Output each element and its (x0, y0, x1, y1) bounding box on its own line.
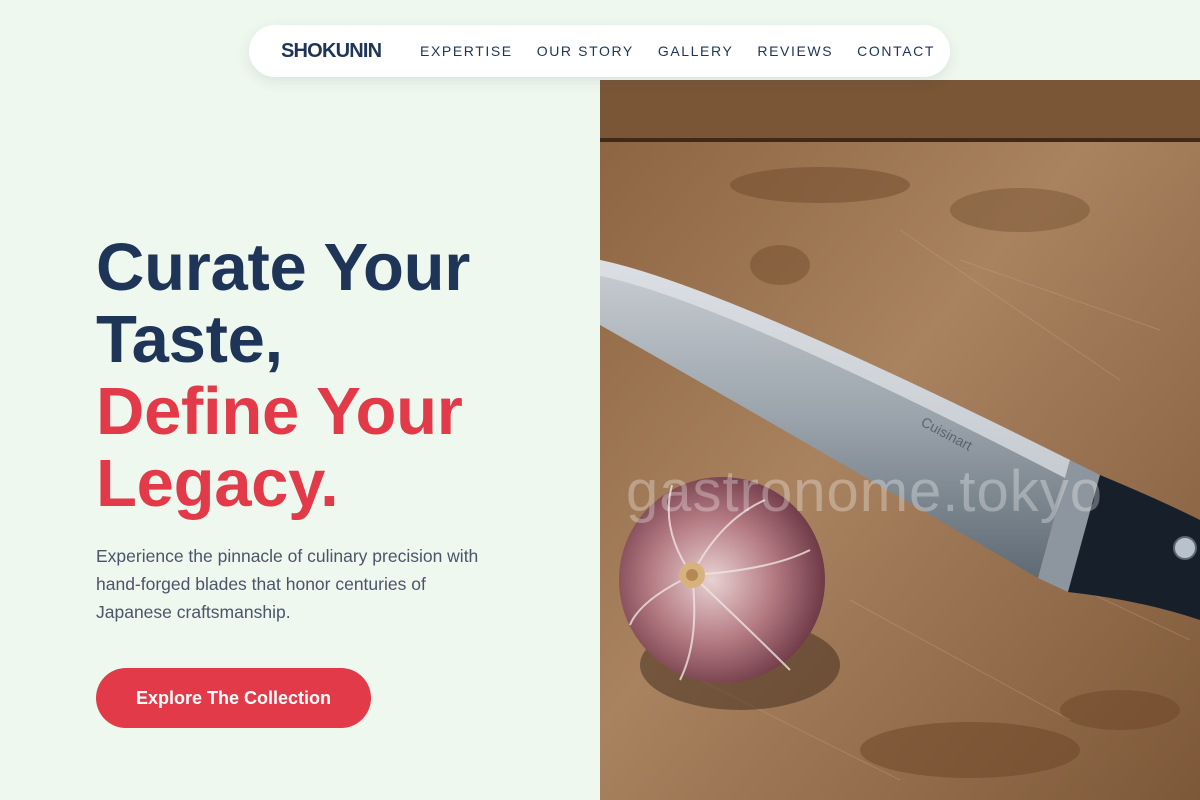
nav-link-gallery[interactable]: GALLERY (658, 43, 734, 59)
landing-page: SHOKUNIN EXPERTISE OUR STORY GALLERY REV… (0, 0, 1200, 800)
headline-line-4: Legacy. (96, 446, 339, 521)
top-navigation: SHOKUNIN EXPERTISE OUR STORY GALLERY REV… (249, 25, 950, 77)
hero-subtitle: Experience the pinnacle of culinary prec… (96, 546, 479, 622)
knife-on-cutting-board-illustration: Cuisinart (600, 80, 1200, 800)
headline-line-2: Taste, (96, 302, 283, 377)
hero-photo-knife-garlic: Cuisinart gastronome.tokyo (600, 80, 1200, 800)
nav-links: EXPERTISE OUR STORY GALLERY REVIEWS CONT… (420, 43, 935, 59)
nav-link-our-story[interactable]: OUR STORY (537, 43, 634, 59)
brand-logo[interactable]: SHOKUNIN (281, 40, 382, 63)
nav-link-contact[interactable]: CONTACT (857, 43, 935, 59)
headline-line-3: Define Your (96, 374, 463, 449)
nav-link-expertise[interactable]: EXPERTISE (420, 43, 513, 59)
hero-text: Curate Your Taste, Define Your Legacy. E… (96, 232, 566, 626)
headline-line-1: Curate Your (96, 230, 470, 305)
explore-collection-button[interactable]: Explore The Collection (96, 668, 371, 728)
nav-link-reviews[interactable]: REVIEWS (757, 43, 833, 59)
hero-headline: Curate Your Taste, Define Your Legacy. (96, 232, 566, 520)
